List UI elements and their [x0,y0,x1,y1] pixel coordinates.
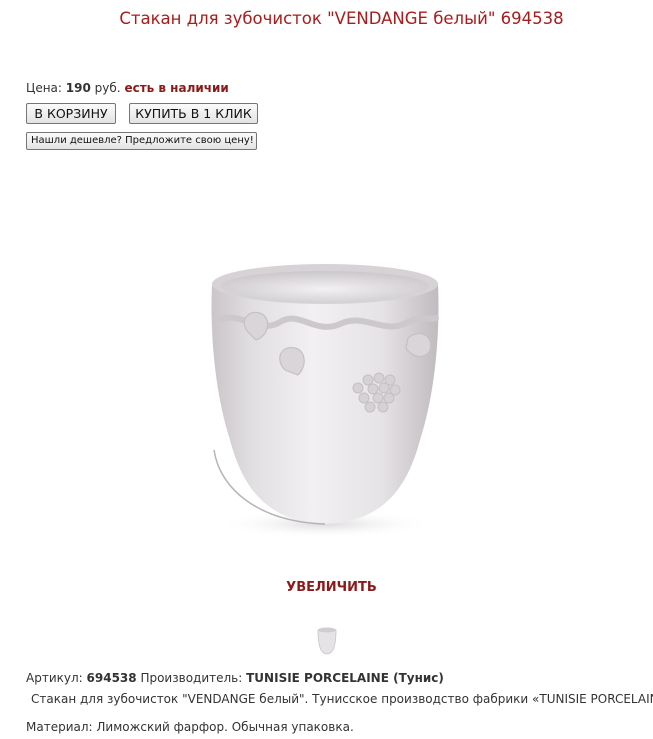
product-image[interactable] [180,240,470,550]
manufacturer-value: TUNISIE PORCELAINE (Тунис) [246,671,444,685]
product-description: Стакан для зубочисток "VENDANGE белый". … [31,692,653,706]
article-label: Артикул: [26,671,83,685]
manufacturer-label: Производитель: [140,671,243,685]
page-title: Стакан для зубочисток "VENDANGE белый" 6… [119,9,564,28]
price-value: 190 [65,81,91,95]
buy-one-click-button[interactable]: КУПИТЬ В 1 КЛИК [129,103,258,124]
price-currency: руб. [94,81,121,95]
add-to-cart-button[interactable]: В КОРЗИНУ [26,103,116,124]
product-info-line: Артикул: 694538 Производитель: TUNISIE P… [26,671,444,685]
cup-thumbnail-icon [317,627,337,655]
product-thumbnail[interactable] [315,624,339,656]
product-material: Материал: Лиможский фарфор. Обычная упак… [26,720,354,734]
zoom-link[interactable]: УВЕЛИЧИТЬ [0,580,653,595]
porcelain-cup-icon [211,264,439,538]
article-value: 694538 [86,671,137,685]
stock-status: есть в наличии [124,81,229,95]
found-cheaper-button[interactable]: Нашли дешевле? Предложите свою цену! [26,132,257,150]
price-line: Цена: 190 руб. есть в наличии [26,81,229,95]
price-label: Цена: [26,81,62,95]
